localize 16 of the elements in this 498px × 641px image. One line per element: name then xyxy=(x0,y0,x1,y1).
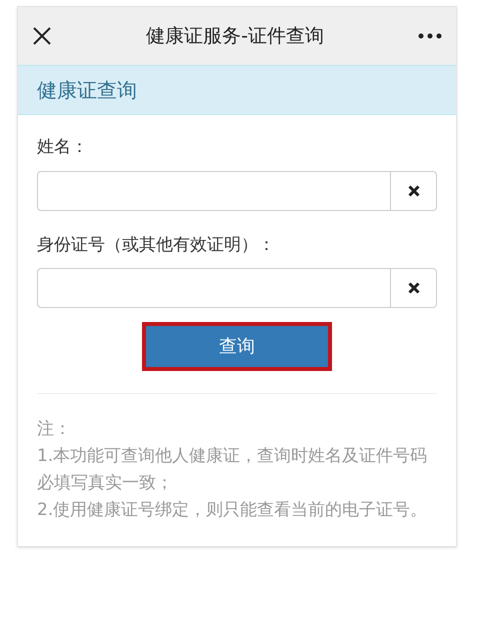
page-title: 健康证服务-证件查询 xyxy=(146,24,324,49)
note-text: 1.本功能可查询他人健康证，查询时姓名及证件号码必填写真实一致； xyxy=(37,445,428,495)
clear-icon xyxy=(408,282,420,294)
field-label: 身份证号（或其他有效证明）： xyxy=(37,234,276,256)
more-icon[interactable] xyxy=(418,33,442,39)
clear-button[interactable] xyxy=(391,268,437,308)
input-field[interactable] xyxy=(37,170,391,210)
input-field[interactable] xyxy=(37,268,391,308)
field-label: 姓名： xyxy=(37,136,89,159)
clear-button[interactable] xyxy=(391,170,437,210)
panel-heading: 健康证查询 xyxy=(37,77,137,104)
close-icon[interactable] xyxy=(32,26,52,46)
note-text: 2.使用健康证号绑定，则只能查看当前的电子证号。 xyxy=(37,499,428,522)
clear-icon xyxy=(408,184,420,196)
query-button[interactable]: 查询 xyxy=(142,322,332,371)
note-text: 注： xyxy=(37,418,72,441)
